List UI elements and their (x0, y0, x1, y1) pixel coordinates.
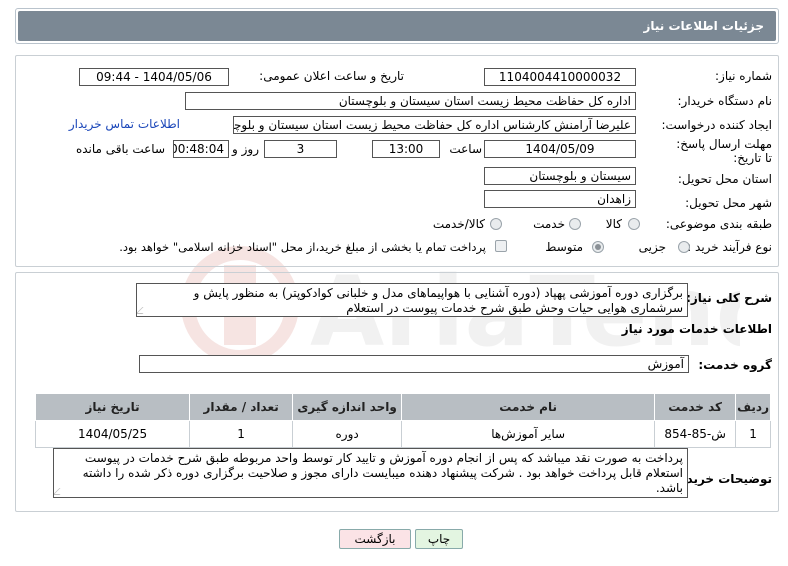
table-header-row: ردیف کد خدمت نام خدمت واحد اندازه گیری ت… (34, 393, 771, 421)
cell-service-code: ش-85-854 (654, 420, 737, 448)
cell-quantity: 1 (189, 420, 294, 448)
need-number-field[interactable]: 1104004410000032 (484, 68, 636, 86)
city-label: شهر محل تحویل: (685, 196, 772, 210)
header-panel: جزئیات اطلاعات نیاز (15, 8, 779, 44)
province-field[interactable]: سیستان و بلوچستان (484, 167, 636, 185)
col-need-date: تاریخ نیاز (34, 393, 191, 421)
days-field[interactable]: 3 (264, 140, 337, 158)
service-group-label: گروه خدمت: (698, 358, 772, 372)
process-option-minor: جزیی (638, 240, 666, 254)
cell-unit: دوره (292, 420, 403, 448)
remaining-label: ساعت باقی مانده (75, 142, 165, 156)
description-label: شرح کلی نیاز: (686, 291, 772, 305)
services-table: ردیف کد خدمت نام خدمت واحد اندازه گیری ت… (34, 393, 771, 448)
city-field[interactable]: زاهدان (484, 190, 636, 208)
announce-label: تاریخ و ساعت اعلان عمومی: (259, 69, 404, 83)
creator-label: ایجاد کننده درخواست: (661, 118, 772, 132)
province-label: استان محل تحویل: (677, 172, 772, 186)
col-row-number: ردیف (735, 393, 771, 421)
announce-field[interactable]: 1404/05/06 - 09:44 (79, 68, 229, 86)
page-title: جزئیات اطلاعات نیاز (643, 19, 764, 33)
need-number-label: شماره نیاز: (715, 69, 772, 83)
category-option-goods: کالا (605, 217, 622, 231)
treasury-payment-note: پرداخت تمام یا بخشی از مبلغ خرید،از محل … (119, 240, 486, 254)
deadline-date-field[interactable]: 1404/05/09 (484, 140, 636, 158)
buyer-notes-text: پرداخت به صورت نقد میباشد که پس از انجام… (82, 451, 683, 495)
time-label: ساعت (449, 142, 482, 156)
cell-row-number: 1 (735, 420, 771, 448)
process-radio-minor[interactable] (678, 241, 690, 253)
creator-field[interactable]: علیرضا آرامنش کارشناس اداره کل حفاظت محی… (233, 116, 636, 134)
category-label: طبقه بندی موضوعی: (665, 217, 772, 231)
description-text: برگزاری دوره آموزشی پهپاد (دوره آشنایی ب… (193, 286, 683, 315)
treasury-payment-checkbox[interactable] (495, 240, 507, 252)
buyer-org-label: نام دستگاه خریدار: (677, 94, 773, 108)
resize-handle-icon[interactable] (54, 488, 67, 495)
description-textarea[interactable]: برگزاری دوره آموزشی پهپاد (دوره آشنایی ب… (136, 283, 688, 317)
col-quantity: تعداد / مقدار (189, 393, 294, 421)
resize-handle-icon[interactable] (137, 307, 150, 314)
cell-service-name: سایر آموزش‌ها (401, 420, 656, 448)
header-bar: جزئیات اطلاعات نیاز (18, 11, 776, 41)
days-label: روز و (232, 142, 259, 156)
process-radio-medium[interactable] (592, 241, 604, 253)
buyer-notes-textarea[interactable]: پرداخت به صورت نقد میباشد که پس از انجام… (53, 448, 688, 498)
category-option-service: خدمت (533, 217, 565, 231)
buyer-org-field[interactable]: اداره کل حفاظت محیط زیست استان سیستان و … (185, 92, 636, 110)
table-row[interactable]: 1 ش-85-854 سایر آموزش‌ها دوره 1 1404/05/… (34, 420, 771, 448)
services-section-title: اطلاعات خدمات مورد نیاز (621, 322, 772, 336)
category-radio-goods-service[interactable] (490, 218, 502, 230)
contact-buyer-link[interactable]: اطلاعات تماس خریدار (69, 117, 180, 131)
remaining-time-field[interactable]: 00:48:04 (173, 140, 229, 158)
col-service-code: کد خدمت (654, 393, 737, 421)
category-radio-goods[interactable] (628, 218, 640, 230)
process-option-medium: متوسط (545, 240, 583, 254)
service-group-field[interactable]: آموزش (139, 355, 689, 373)
deadline-time-field[interactable]: 13:00 (372, 140, 440, 158)
back-button[interactable]: بازگشت (339, 529, 411, 549)
category-radio-service[interactable] (569, 218, 581, 230)
col-unit: واحد اندازه گیری (292, 393, 403, 421)
category-option-goods-service: کالا/خدمت (432, 217, 485, 231)
print-button[interactable]: چاپ (415, 529, 463, 549)
info-frame (15, 55, 779, 267)
col-service-name: نام خدمت (401, 393, 656, 421)
process-label: نوع فرآیند خرید : (687, 240, 772, 254)
deadline-label: مهلت ارسال پاسخ: تا تاریخ: (676, 137, 772, 165)
cell-need-date: 1404/05/25 (34, 420, 191, 448)
